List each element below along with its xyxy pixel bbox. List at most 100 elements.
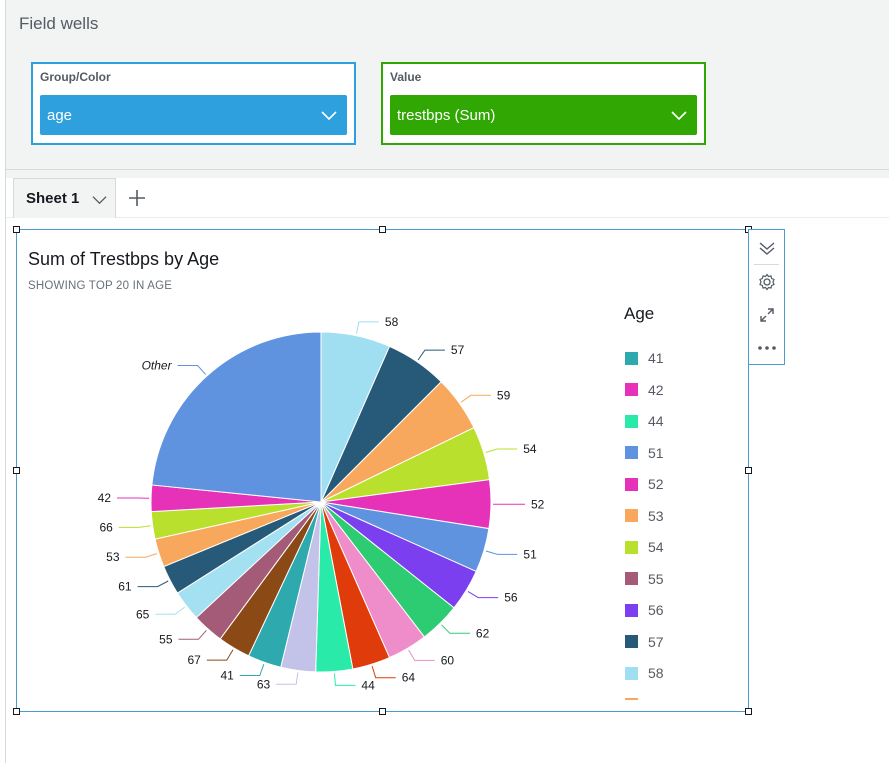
legend-swatch bbox=[625, 698, 638, 700]
leader-line-63 bbox=[276, 672, 299, 685]
more-icon bbox=[757, 345, 776, 350]
slice-label-54: 54 bbox=[523, 442, 537, 456]
legend-label: 56 bbox=[648, 602, 664, 618]
legend-label: 57 bbox=[648, 633, 664, 650]
sheet-tabs-bar: Sheet 1 bbox=[6, 178, 889, 218]
resize-handle-tl[interactable] bbox=[13, 226, 20, 233]
legend-swatch bbox=[625, 572, 638, 585]
pie-chart-visual[interactable]: Sum of Trestbps by Age SHOWING TOP 20 IN… bbox=[16, 229, 749, 712]
chevron-down-icon[interactable] bbox=[92, 192, 107, 207]
leader-line-67 bbox=[206, 649, 234, 661]
slice-label-53: 53 bbox=[106, 550, 120, 564]
resize-handle-ml[interactable] bbox=[13, 467, 20, 474]
legend-swatch bbox=[625, 414, 638, 428]
slice-label-62: 62 bbox=[476, 626, 490, 640]
legend-label: 41 bbox=[648, 350, 664, 366]
chevron-down-icon[interactable] bbox=[321, 107, 337, 123]
expand-icon bbox=[759, 307, 774, 322]
slice-label-63: 63 bbox=[257, 677, 271, 691]
slice-label-61: 61 bbox=[118, 580, 132, 594]
legend-item-51[interactable]: 51 bbox=[625, 443, 664, 463]
collapse-icon bbox=[759, 241, 774, 255]
value-field-value: trestbps (Sum) bbox=[397, 106, 496, 124]
pie-chart: 58 57 59 54 52 51 56 62 60 64 44 63 41 67 55 65 61 53 66 42… bbox=[98, 315, 545, 693]
resize-handle-bl[interactable] bbox=[13, 708, 20, 715]
resize-handle-br[interactable] bbox=[745, 708, 752, 715]
legend-swatch bbox=[625, 509, 638, 522]
more-options-button[interactable] bbox=[749, 331, 784, 364]
group-color-well: Group/Color age bbox=[31, 62, 356, 145]
legend-label: 58 bbox=[648, 665, 664, 681]
slice-label-56: 56 bbox=[504, 591, 518, 605]
slice-label-41: 41 bbox=[220, 669, 234, 683]
legend-swatch bbox=[625, 446, 638, 459]
gear-icon bbox=[758, 273, 775, 290]
format-visual-button[interactable] bbox=[749, 265, 784, 298]
group-color-label: Group/Color bbox=[40, 70, 111, 84]
tab-sheet-1[interactable]: Sheet 1 bbox=[13, 178, 116, 218]
resize-handle-bc[interactable] bbox=[379, 708, 386, 715]
pie-slice-other[interactable] bbox=[151, 331, 322, 503]
legend-label: 42 bbox=[648, 381, 664, 398]
plus-icon bbox=[129, 190, 145, 206]
legend-item-41[interactable]: 41 bbox=[625, 348, 664, 368]
slice-label-67: 67 bbox=[187, 653, 201, 667]
slice-label-57: 57 bbox=[451, 343, 465, 357]
slice-label-55: 55 bbox=[159, 632, 173, 646]
leader-line-51 bbox=[485, 550, 518, 555]
leader-line-44 bbox=[334, 673, 356, 686]
slice-label-44: 44 bbox=[361, 678, 375, 692]
value-field-pill[interactable]: trestbps (Sum) bbox=[390, 95, 697, 135]
legend-label: 52 bbox=[648, 476, 664, 492]
legend-swatch bbox=[625, 635, 638, 648]
leader-line-54 bbox=[485, 448, 518, 453]
leader-line-62 bbox=[441, 624, 470, 634]
resize-handle-mr[interactable] bbox=[745, 467, 752, 474]
legend-item-52[interactable]: 52 bbox=[625, 474, 664, 494]
legend-title: Age bbox=[624, 304, 655, 323]
add-sheet-button[interactable] bbox=[125, 186, 149, 210]
leader-line-57 bbox=[417, 349, 445, 361]
slice-label-52: 52 bbox=[531, 497, 545, 511]
legend-swatch bbox=[625, 603, 638, 617]
field-wells-panel: Field wells Group/Color age Value trestb… bbox=[6, 0, 889, 170]
collapse-button[interactable] bbox=[749, 231, 784, 264]
leader-line-60 bbox=[408, 649, 435, 661]
legend-item-44[interactable]: 44 bbox=[625, 411, 664, 431]
slice-label-51: 51 bbox=[523, 547, 537, 561]
leader-line-64 bbox=[371, 666, 396, 679]
legend-item-53[interactable]: 53 bbox=[625, 506, 664, 526]
legend-swatch bbox=[625, 477, 638, 491]
slice-label-65: 65 bbox=[136, 607, 150, 621]
leader-line-55 bbox=[178, 629, 207, 640]
legend-item-58[interactable]: 58 bbox=[625, 663, 664, 683]
legend-label: 55 bbox=[648, 570, 664, 587]
leader-line-58 bbox=[355, 321, 379, 334]
legend-item-57[interactable]: 57 bbox=[625, 632, 664, 652]
legend-label: 59 bbox=[648, 697, 664, 701]
chevron-down-icon[interactable] bbox=[671, 107, 687, 123]
slice-label-66: 66 bbox=[99, 520, 113, 534]
value-label: Value bbox=[390, 70, 422, 84]
legend-item-55[interactable]: 55 bbox=[625, 569, 664, 589]
legend-item-54[interactable]: 54 bbox=[625, 537, 664, 557]
slice-label-60: 60 bbox=[441, 653, 455, 667]
expand-button[interactable] bbox=[749, 298, 784, 331]
legend-swatch bbox=[625, 351, 638, 365]
legend-label: 54 bbox=[648, 539, 664, 555]
value-well: Value trestbps (Sum) bbox=[381, 62, 706, 145]
leader-line-59 bbox=[460, 394, 491, 403]
group-color-field-value: age bbox=[47, 106, 73, 124]
slice-label-42: 42 bbox=[98, 491, 112, 505]
legend-item-59[interactable]: 59 bbox=[625, 695, 664, 701]
legend-item-42[interactable]: 42 bbox=[625, 380, 664, 400]
leader-line-66 bbox=[118, 525, 151, 528]
group-color-field-pill[interactable]: age bbox=[40, 95, 347, 135]
slice-label-59: 59 bbox=[497, 388, 511, 402]
legend-label: 51 bbox=[648, 444, 664, 461]
legend-label: 44 bbox=[648, 413, 664, 429]
resize-handle-tc[interactable] bbox=[379, 226, 386, 233]
leader-line-other bbox=[177, 365, 206, 375]
visual-toolbar bbox=[748, 229, 785, 365]
legend-item-56[interactable]: 56 bbox=[625, 600, 664, 620]
